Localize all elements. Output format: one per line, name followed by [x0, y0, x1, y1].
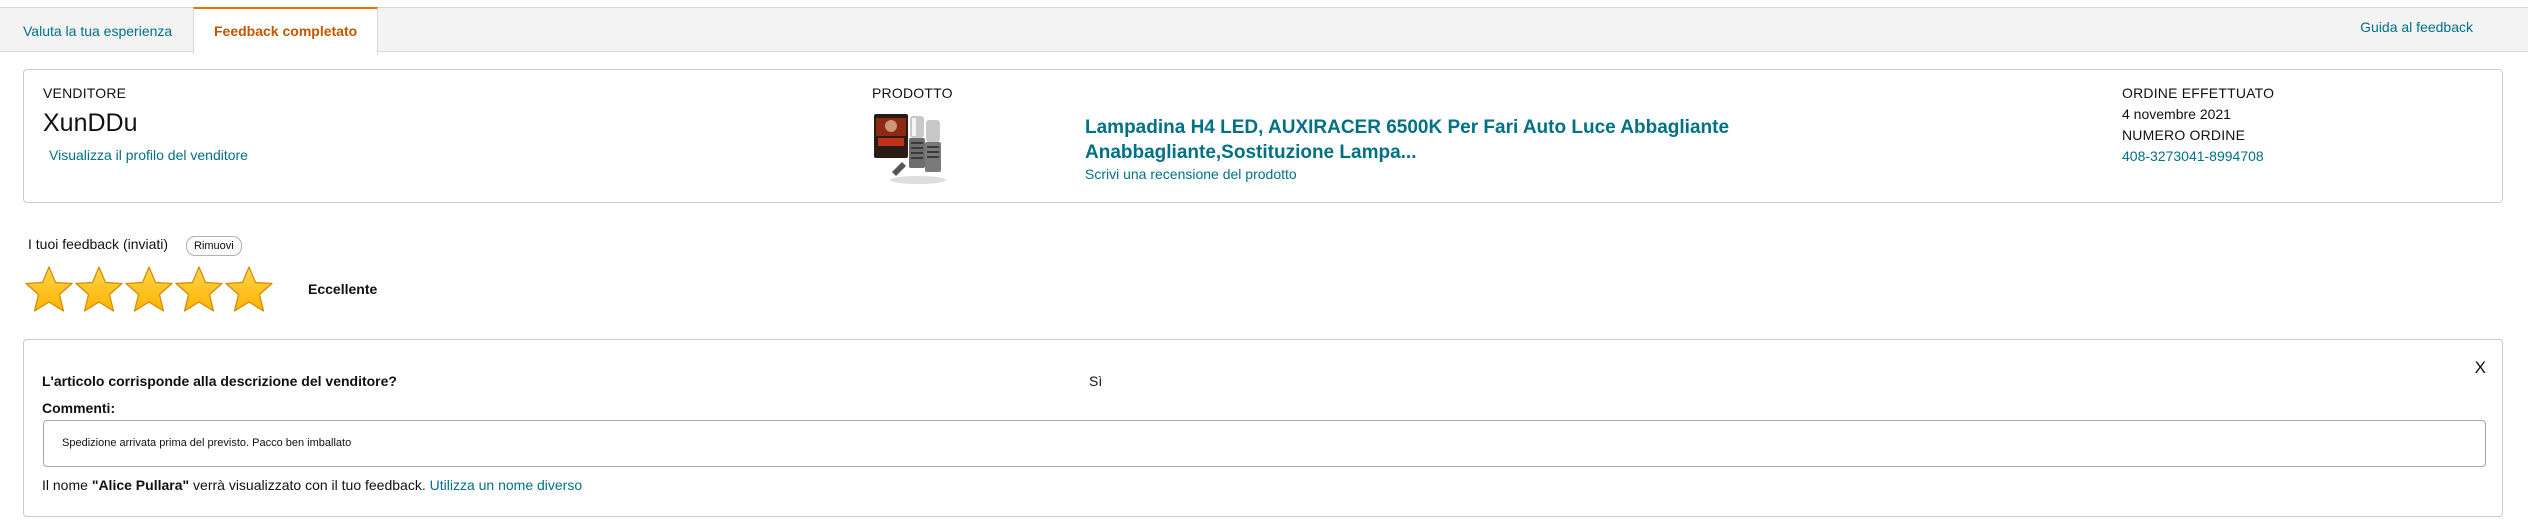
seller-profile-link[interactable]: Visualizza il profilo del venditore: [49, 147, 248, 163]
product-label: PRODOTTO: [872, 85, 953, 101]
close-icon[interactable]: X: [2475, 358, 2486, 378]
star-icon[interactable]: [124, 265, 174, 315]
name-notice-suffix: verrà visualizzato con il tuo feedback.: [189, 477, 430, 493]
order-date-label: ORDINE EFFETTUATO: [2122, 85, 2275, 101]
display-name: "Alice Pullara": [91, 477, 190, 493]
name-notice-prefix: Il nome: [42, 477, 92, 493]
product-title-link[interactable]: Lampadina H4 LED, AUXIRACER 6500K Per Fa…: [1085, 115, 1945, 165]
question-answer: Sì: [1089, 373, 1103, 389]
product-image[interactable]: [872, 110, 954, 186]
order-date: 4 novembre 2021: [2122, 106, 2231, 122]
display-name-notice: Il nome "Alice Pullara" verrà visualizza…: [42, 477, 582, 493]
write-product-review-link[interactable]: Scrivi una recensione del prodotto: [1085, 166, 1297, 182]
accuracy-question-box: L'articolo corrisponde alla descrizione …: [23, 339, 2503, 517]
star-icon[interactable]: [24, 265, 74, 315]
your-feedback-title: I tuoi feedback (inviati): [28, 236, 169, 252]
question-text: L'articolo corrisponde alla descrizione …: [42, 373, 397, 389]
feedback-page: Valuta la tua esperienza Feedback comple…: [0, 0, 2528, 524]
feedback-guide-link[interactable]: Guida al feedback: [2360, 8, 2473, 51]
comments-label: Commenti:: [42, 400, 116, 416]
order-number-label: NUMERO ORDINE: [2122, 127, 2246, 143]
use-different-name-link[interactable]: Utilizza un nome diverso: [430, 477, 583, 493]
order-summary-box: VENDITORE XunDDu Visualizza il profilo d…: [23, 69, 2503, 203]
order-number-link[interactable]: 408-3273041-8994708: [2122, 148, 2264, 164]
comments-field[interactable]: Spedizione arrivata prima del previsto. …: [43, 420, 2486, 467]
remove-feedback-button[interactable]: Rimuovi: [186, 236, 242, 256]
seller-label: VENDITORE: [43, 85, 127, 101]
star-icon[interactable]: [224, 265, 274, 315]
rating-text: Eccellente: [308, 281, 378, 297]
tab-rate-experience[interactable]: Valuta la tua esperienza: [3, 8, 192, 51]
tab-feedback-completed[interactable]: Feedback completato: [193, 7, 379, 54]
tab-bar: Valuta la tua esperienza Feedback comple…: [0, 7, 2528, 54]
star-icon[interactable]: [74, 265, 124, 315]
star-icon[interactable]: [174, 265, 224, 315]
seller-name: XunDDu: [43, 109, 138, 137]
